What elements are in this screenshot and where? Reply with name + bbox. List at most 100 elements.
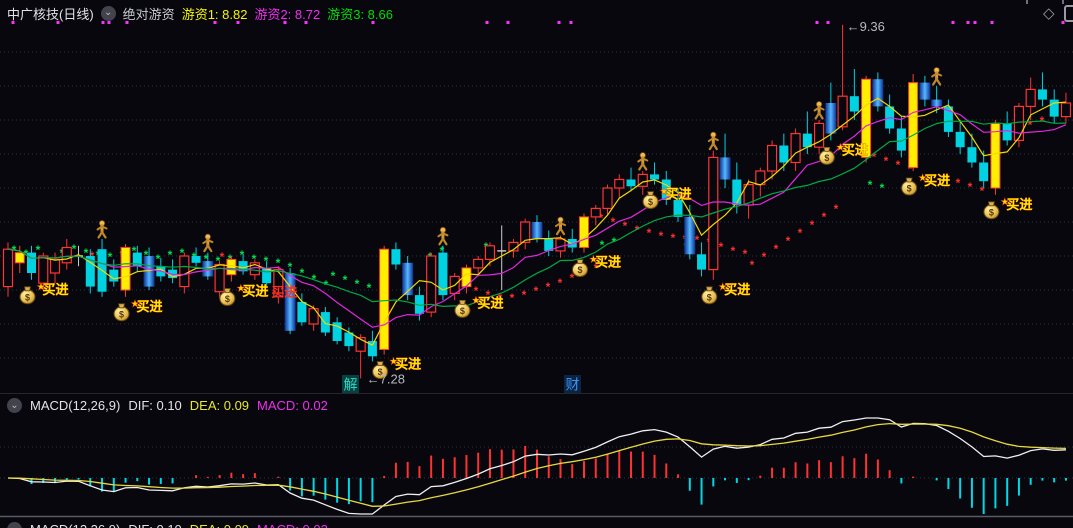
yuzi2-value: 游资2: 8.72 [254, 6, 321, 22]
macd-value: MACD: 0.02 [257, 522, 328, 528]
buy-label: 买进 [43, 282, 69, 297]
macd-indicator-name[interactable]: MACD(12,26,9) [30, 398, 120, 413]
collapse-chevron-icon[interactable]: ⌄ [100, 5, 116, 21]
svg-text:*: * [956, 176, 961, 190]
buy-label: 买进 [842, 142, 868, 157]
golden-figure-icon [931, 67, 943, 86]
svg-text:$: $ [707, 292, 712, 302]
buy-signal-marker[interactable]: $★买进 [983, 197, 1033, 220]
svg-text:*: * [671, 231, 676, 245]
svg-text:*: * [108, 250, 113, 264]
svg-text:$: $ [907, 184, 912, 194]
figure-icons-layer [96, 67, 943, 253]
svg-text:*: * [240, 248, 245, 262]
svg-text:*: * [868, 178, 873, 192]
buy-label: 买进 [137, 299, 163, 314]
svg-text:*: * [367, 281, 372, 295]
svg-text:*: * [168, 248, 173, 262]
svg-text:*: * [719, 240, 724, 254]
svg-text:*: * [896, 158, 901, 172]
macd-dif-value: DIF: 0.10 [128, 398, 182, 413]
indicator-name[interactable]: 绝对游资 [123, 4, 175, 23]
buy-label: 买进 [242, 284, 268, 299]
stock-title: 中广核技(日线) [7, 6, 94, 22]
price-annotations: ←9.36←7.28 [367, 19, 885, 387]
main-chart-header: 中广核技(日线) ⌄ 绝对游资 游资1: 8.82 游资2: 8.72 游资3:… [0, 0, 1073, 26]
svg-text:*: * [220, 250, 225, 264]
svg-text:*: * [750, 258, 755, 272]
buy-label: 买进 [924, 173, 950, 188]
svg-text:*: * [774, 242, 779, 256]
svg-text:*: * [659, 229, 664, 243]
buy-signal-marker[interactable]: $★买进 [818, 142, 868, 165]
watermark-character: 财 [566, 377, 580, 393]
low-price-annotation: ←7.28 [367, 371, 405, 386]
golden-figure-icon [707, 131, 719, 151]
macd-value: MACD: 0.02 [257, 398, 328, 413]
yuzi3-line [7, 120, 1066, 308]
golden-figure-icon [437, 226, 449, 246]
macd-dea-value: DEA: 0.09 [190, 522, 249, 528]
macd-indicator-name: MACD(12,26,9) [30, 522, 120, 528]
macd-panel-header-copy: ⌄ MACD(12,26,9) DIF: 0.10 DEA: 0.09 MACD… [0, 519, 1073, 528]
svg-text:$: $ [225, 294, 230, 304]
svg-text:$: $ [25, 292, 30, 302]
svg-text:*: * [647, 226, 652, 240]
svg-text:$: $ [989, 207, 994, 217]
svg-text:*: * [880, 181, 885, 195]
svg-text:$: $ [460, 306, 465, 316]
svg-text:*: * [810, 218, 815, 232]
buy-signal-marker[interactable]: $★买进 [901, 173, 951, 196]
svg-text:*: * [546, 280, 551, 294]
buy-signal-marker[interactable]: $★买进 [113, 299, 163, 322]
next-panel-header-clipped: ⌄ MACD(12,26,9) DIF: 0.10 DEA: 0.09 MACD… [0, 518, 1073, 528]
svg-text:*: * [762, 250, 767, 264]
buy-signal-marker[interactable]: $★买进 [642, 186, 692, 210]
buy-label-echo: 买进 [271, 285, 297, 300]
svg-text:*: * [510, 291, 515, 305]
svg-text:*: * [36, 243, 41, 257]
svg-text:*: * [822, 210, 827, 224]
buy-label: 买进 [595, 255, 621, 270]
buy-signal-marker[interactable]: $★买进 [701, 282, 751, 305]
svg-text:*: * [355, 277, 360, 291]
macd-panel-header: ⌄ MACD(12,26,9) DIF: 0.10 DEA: 0.09 MACD… [0, 395, 1073, 416]
svg-text:*: * [558, 276, 563, 290]
golden-figure-icon [202, 233, 214, 253]
price-chart-canvas[interactable]: * * * * * * * * * * * * * * * * * * * * * * * * * * * * * * * * * * * * * * * *… [0, 0, 1073, 528]
macd-dif-value: DIF: 0.10 [128, 522, 181, 528]
buy-label: 买进 [1006, 197, 1032, 212]
svg-text:*: * [884, 154, 889, 168]
svg-text:*: * [156, 252, 161, 266]
yuzi1-value: 游资1: 8.82 [181, 6, 248, 22]
golden-figure-icon [96, 220, 108, 239]
svg-text:*: * [522, 288, 527, 302]
toolbar-tick [1026, 0, 1028, 4]
candles-layer [2, 24, 1072, 379]
buy-label: 买进 [666, 187, 692, 202]
buy-label: 买进 [395, 357, 421, 372]
macd-histogram [30, 446, 1067, 514]
svg-text:*: * [695, 233, 700, 247]
svg-text:$: $ [824, 153, 829, 163]
svg-text:*: * [968, 180, 973, 194]
macd-collapse-chevron-icon[interactable]: ⌄ [7, 398, 22, 413]
window-tool-icon[interactable] [1064, 5, 1073, 22]
toolbar-tick [1062, 0, 1064, 4]
svg-text:*: * [343, 273, 348, 287]
yuzi3-value: 游资3: 8.66 [327, 6, 393, 22]
watermark-character: 解 [344, 377, 358, 393]
macd-dea-value: DEA: 0.09 [189, 398, 250, 413]
svg-text:*: * [798, 226, 803, 240]
buy-label: 买进 [477, 295, 503, 310]
diamond-tool-icon[interactable]: ◇ [1043, 4, 1055, 22]
macd-collapse-chevron-icon[interactable]: ⌄ [7, 522, 22, 528]
buy-signal-marker[interactable]: $★买进 [19, 282, 69, 305]
svg-text:*: * [731, 244, 736, 258]
stock-app-window: { "header": { "title": "中广核技(日线)", "indi… [0, 0, 1073, 528]
buy-label: 买进 [724, 282, 750, 297]
buy-signal-marker[interactable]: $★买进 [454, 295, 504, 318]
golden-figure-icon [637, 152, 649, 171]
svg-text:*: * [331, 269, 336, 283]
svg-text:$: $ [119, 309, 124, 319]
